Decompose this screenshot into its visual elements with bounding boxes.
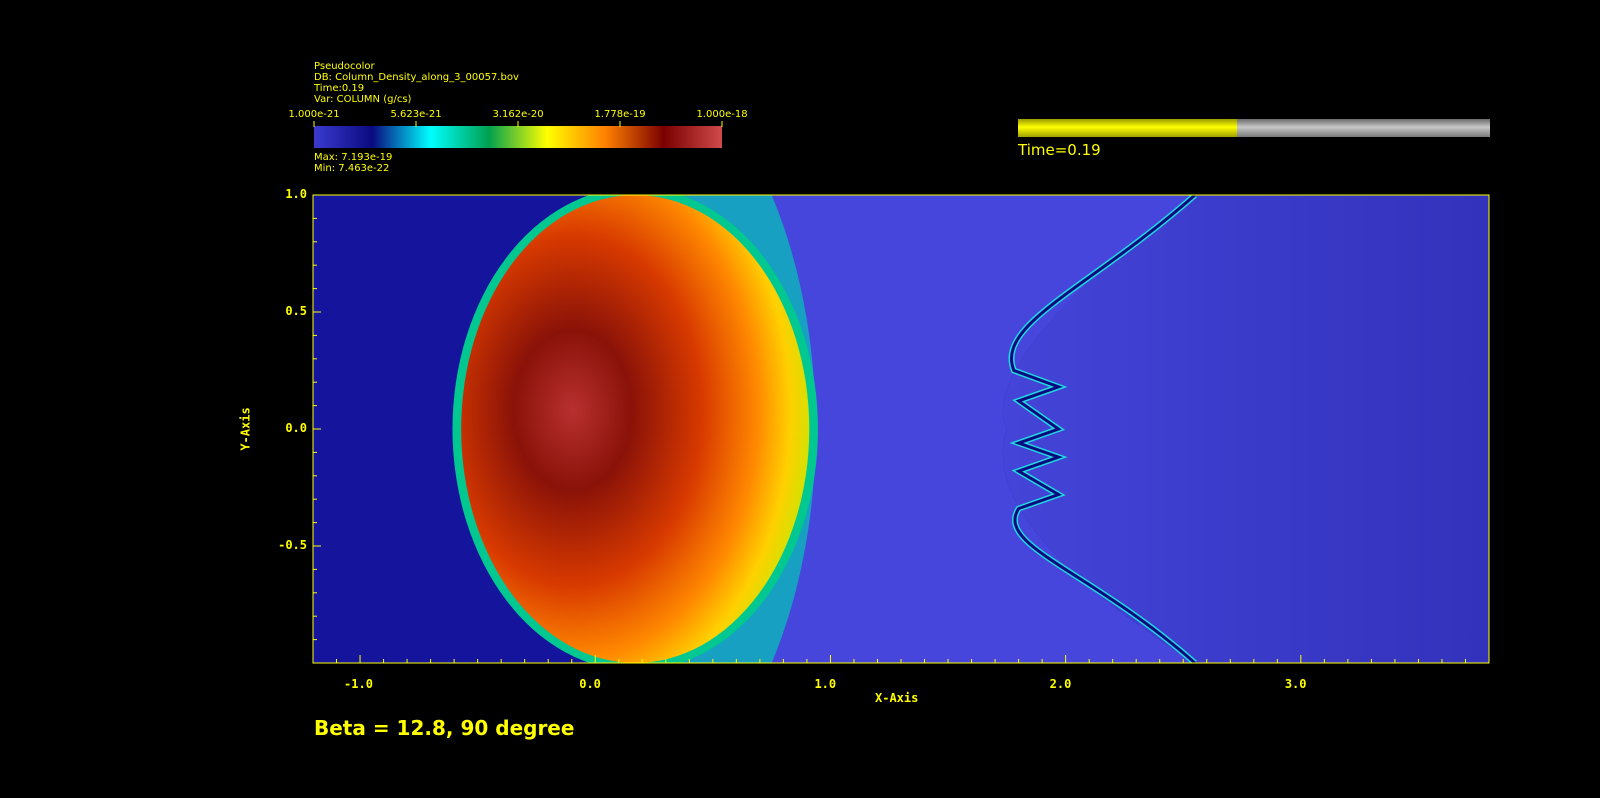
x-tick-label: -1.0 xyxy=(344,677,373,691)
x-axis-title: X-Axis xyxy=(875,691,919,705)
dense-bubble xyxy=(461,195,810,663)
heatmap-plot xyxy=(312,194,1490,664)
x-tick-label: 3.0 xyxy=(1284,677,1307,691)
y-tick-label: -0.5 xyxy=(278,538,307,552)
plot-caption: Beta = 12.8, 90 degree xyxy=(314,716,575,740)
y-axis-title: Y-Axis xyxy=(238,407,253,451)
heatmap-field xyxy=(313,195,1489,663)
y-tick-label: 0.5 xyxy=(285,304,307,318)
y-tick-label: 1.0 xyxy=(285,187,307,201)
y-tick-label: 0.0 xyxy=(285,421,307,435)
x-tick-label: 1.0 xyxy=(814,677,837,691)
x-tick-label: 0.0 xyxy=(579,677,601,691)
x-tick-label: 2.0 xyxy=(1049,677,1072,691)
